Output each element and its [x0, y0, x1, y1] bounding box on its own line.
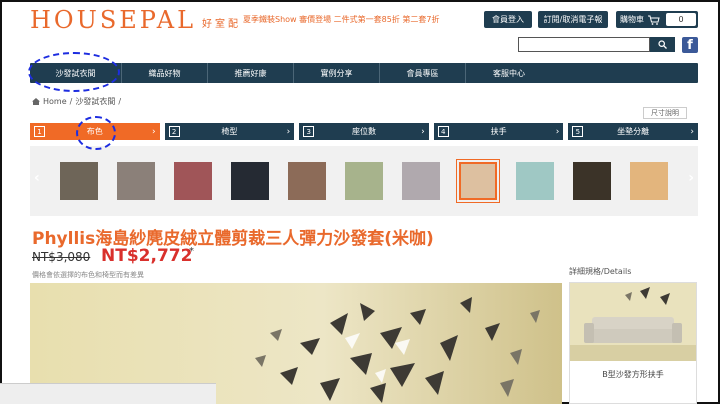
cart-icon	[648, 15, 660, 25]
nav-item-members[interactable]: 會員專區	[380, 63, 466, 83]
breadcrumb-separator-end: /	[118, 97, 122, 106]
step-number: 2	[168, 126, 180, 137]
step-label: 座位數	[351, 127, 376, 136]
breadcrumb: Home / 沙發試衣間 /	[32, 96, 121, 107]
sale-price: NT$2,772	[101, 246, 193, 266]
nav-item-deals[interactable]: 推薦好康	[208, 63, 294, 83]
site-logo[interactable]: HOUSEPAL 好室配	[30, 6, 241, 34]
logo-subtitle: 好室配	[202, 19, 242, 30]
fabric-swatch[interactable]	[345, 162, 383, 200]
nav-item-cases[interactable]: 實例分享	[294, 63, 380, 83]
size-guide-link[interactable]: 尺寸說明	[643, 107, 687, 119]
nav-item-fabrics[interactable]: 織品好物	[122, 63, 208, 83]
step-armrest[interactable]: 4 扶手 ›	[433, 123, 564, 140]
search-icon	[658, 40, 667, 49]
home-icon	[32, 98, 40, 105]
chevron-right-icon: ›	[151, 126, 156, 137]
fabric-swatch[interactable]	[456, 159, 500, 203]
option-steps: 1 布色 › 2 椅型 › 3 座位數 › 4 扶手 › 5 坐墊分離 ›	[30, 123, 698, 140]
chevron-right-icon[interactable]: ›	[688, 170, 694, 186]
newsletter-button[interactable]: 訂閱/取消電子報	[538, 11, 608, 28]
fabric-swatch[interactable]	[288, 162, 326, 200]
logo-text: HOUSEPAL	[30, 6, 197, 34]
sofa-image	[570, 283, 696, 361]
fabric-swatch[interactable]	[630, 162, 668, 200]
login-button[interactable]: 會員登入	[484, 11, 532, 28]
breadcrumb-home[interactable]: Home	[43, 97, 67, 106]
facebook-icon[interactable]: f	[682, 37, 698, 53]
step-label: 坐墊分離	[617, 127, 650, 136]
step-number: 5	[572, 126, 584, 137]
details-item-name: B型沙發方形扶手	[602, 370, 664, 379]
details-card[interactable]: B型沙發方形扶手	[569, 282, 697, 404]
breadcrumb-separator: /	[69, 97, 73, 106]
breadcrumb-current[interactable]: 沙發試衣間	[75, 96, 115, 107]
details-heading: 詳細規格/Details	[569, 267, 632, 276]
main-nav: 沙發試衣間 織品好物 推薦好康 實例分享 會員專區 客服中心	[30, 63, 698, 83]
fabric-swatch[interactable]	[231, 162, 269, 200]
step-label: 布色	[86, 127, 103, 136]
search-button[interactable]	[650, 37, 675, 52]
cart-count: 0	[666, 13, 696, 26]
nav-item-sofa-fitting[interactable]: 沙發試衣間	[30, 63, 122, 83]
price-asterisk: *	[189, 246, 194, 257]
fabric-swatch[interactable]	[174, 162, 212, 200]
cart-label: 購物車	[620, 15, 644, 24]
fabric-swatch[interactable]	[573, 162, 611, 200]
fabric-swatch[interactable]	[516, 162, 554, 200]
chevron-right-icon: ›	[555, 126, 560, 137]
chevron-left-icon[interactable]: ‹	[34, 170, 40, 186]
search-input[interactable]	[518, 37, 650, 52]
original-price: NT$3,080	[32, 250, 91, 264]
step-number: 1	[34, 126, 45, 137]
step-seat-count[interactable]: 3 座位數 ›	[299, 123, 429, 140]
fabric-swatch-carousel: ‹ ›	[30, 146, 698, 216]
step-fabric-color[interactable]: 1 布色 ›	[30, 123, 160, 140]
fabric-swatch[interactable]	[60, 162, 98, 200]
step-number: 4	[437, 126, 449, 137]
step-label: 扶手	[490, 127, 507, 136]
product-title: Phyllis海島紗麂皮絨立體剪裁三人彈力沙發套(米咖)	[32, 229, 434, 249]
step-cushion-separate[interactable]: 5 坐墊分離 ›	[568, 123, 698, 140]
fabric-swatch[interactable]	[402, 162, 440, 200]
step-label: 椅型	[221, 127, 238, 136]
chevron-right-icon: ›	[690, 126, 694, 137]
nav-item-service[interactable]: 客服中心	[466, 63, 552, 83]
browser-status-bar	[0, 383, 216, 404]
cart-button[interactable]: 購物車 0	[616, 11, 698, 28]
step-chair-type[interactable]: 2 椅型 ›	[164, 123, 295, 140]
fabric-swatch[interactable]	[117, 162, 155, 200]
chevron-right-icon: ›	[421, 126, 425, 137]
sofa-thumbnail	[570, 283, 696, 361]
price-note: 價格會依選擇的布色和椅型而有差異	[32, 271, 144, 279]
promo-banner[interactable]: 夏季鐵裝Show 審價登場 二件式第一套85折 第二套7折	[243, 14, 439, 25]
step-number: 3	[303, 126, 315, 137]
chevron-right-icon: ›	[286, 126, 291, 137]
